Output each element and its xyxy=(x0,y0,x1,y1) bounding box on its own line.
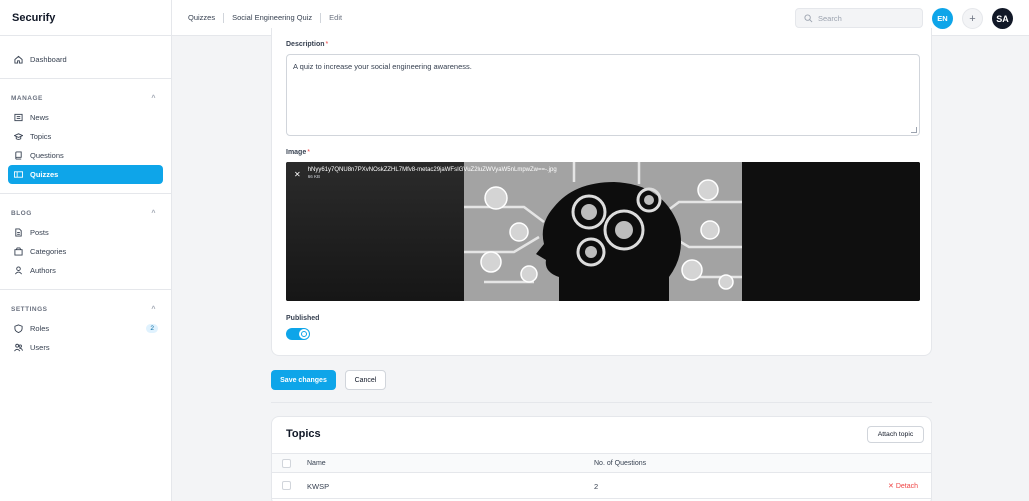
divider xyxy=(0,193,171,194)
divider xyxy=(0,289,171,290)
breadcrumb-current: Edit xyxy=(329,13,343,22)
remove-file-icon[interactable]: ✕ xyxy=(294,170,301,179)
required-mark: * xyxy=(307,149,310,156)
breadcrumb-separator xyxy=(223,12,225,23)
breadcrumb-quiz[interactable]: Social Engineering Quiz xyxy=(232,13,312,22)
file-name: hNyy61y7QNU8n7PXvNOskZZHL7Mfv8-metac29ja… xyxy=(307,167,557,173)
sidebar-item-label: Categories xyxy=(30,247,67,256)
quiz-form-card: Description* A quiz to increase your soc… xyxy=(271,28,932,356)
graduation-cap-icon xyxy=(13,132,23,142)
row-checkbox[interactable] xyxy=(282,481,291,490)
table-row[interactable]: KWSP 2 ✕ Detach xyxy=(272,473,931,499)
select-all-checkbox[interactable] xyxy=(282,459,291,468)
file-info: ✕ hNyy61y7QNU8n7PXvNOskZZHL7Mfv8-metac29… xyxy=(294,167,557,179)
detach-label: Detach xyxy=(895,483,918,490)
detach-button[interactable]: ✕ Detach xyxy=(888,482,918,490)
sidebar-item-dashboard[interactable]: Dashboard xyxy=(8,50,163,69)
sidebar-item-label: Quizzes xyxy=(30,170,59,179)
chevron-up-icon: ^ xyxy=(151,305,156,313)
chevron-up-icon: ^ xyxy=(151,209,156,217)
table-header: Name No. of Questions xyxy=(272,453,931,473)
save-changes-button[interactable]: Save changes xyxy=(271,370,336,390)
published-label: Published xyxy=(286,315,320,322)
image-backdrop-right xyxy=(742,162,920,301)
user-group-icon xyxy=(13,343,23,353)
label-text: Description xyxy=(286,41,325,48)
avatar[interactable]: SA xyxy=(992,8,1013,29)
description-value: A quiz to increase your social engineeri… xyxy=(293,62,472,71)
image-upload-preview[interactable]: ✕ hNyy61y7QNU8n7PXvNOskZZHL7Mfv8-metac29… xyxy=(286,162,920,301)
book-icon xyxy=(13,151,23,161)
file-size: 66 KB xyxy=(307,174,320,179)
language-switcher[interactable]: EN xyxy=(932,8,953,29)
group-title-manage[interactable]: MANAGE ^ xyxy=(0,88,171,108)
divider xyxy=(271,402,932,403)
x-icon: ✕ xyxy=(888,483,896,490)
label-text: Image xyxy=(286,149,307,156)
sidebar-item-label: News xyxy=(30,113,49,122)
divider xyxy=(0,78,171,79)
sidebar-item-posts[interactable]: Posts xyxy=(8,223,163,242)
social-engineering-image xyxy=(464,162,742,301)
sidebar-item-categories[interactable]: Categories xyxy=(8,242,163,261)
sidebar-item-topics[interactable]: Topics xyxy=(8,127,163,146)
users-icon xyxy=(13,266,23,276)
description-field[interactable]: A quiz to increase your social engineeri… xyxy=(286,54,920,136)
plus-icon[interactable]: + xyxy=(962,8,983,29)
required-mark: * xyxy=(325,41,329,48)
image-label: Image* xyxy=(286,149,310,156)
search-input[interactable]: Search xyxy=(795,8,923,28)
home-icon xyxy=(13,55,23,65)
sidebar-item-label: Users xyxy=(30,343,50,352)
column-header-questions[interactable]: No. of Questions xyxy=(594,460,646,467)
sidebar: Securify Dashboard MANAGE ^ News Topics … xyxy=(0,0,172,501)
sidebar-item-authors[interactable]: Authors xyxy=(8,261,163,280)
sidebar-item-label: Roles xyxy=(30,324,50,333)
sidebar-item-users[interactable]: Users xyxy=(8,338,163,357)
group-label: SETTINGS xyxy=(11,305,48,313)
breadcrumb-separator xyxy=(320,12,322,23)
sidebar-item-quizzes[interactable]: Quizzes xyxy=(8,165,163,184)
published-toggle[interactable] xyxy=(286,328,310,340)
topics-relation-card: Topics Attach topic Name No. of Question… xyxy=(271,416,932,501)
group-title-settings[interactable]: SETTINGS ^ xyxy=(0,299,171,319)
chevron-up-icon: ^ xyxy=(151,94,156,102)
group-title-blog[interactable]: BLOG ^ xyxy=(0,203,171,223)
sidebar-item-label: Questions xyxy=(30,151,64,160)
sidebar-item-label: Topics xyxy=(30,132,52,141)
sidebar-item-questions[interactable]: Questions xyxy=(8,146,163,165)
toggle-knob xyxy=(299,329,309,339)
search-icon xyxy=(804,13,818,23)
topics-title: Topics xyxy=(286,428,321,440)
image-backdrop-left xyxy=(286,162,464,301)
group-label: BLOG xyxy=(11,209,32,217)
description-label: Description* xyxy=(286,41,328,48)
sidebar-item-label: Authors xyxy=(30,266,56,275)
sidebar-item-news[interactable]: News xyxy=(8,108,163,127)
group-label: MANAGE xyxy=(11,94,43,102)
brand-logo[interactable]: Securify xyxy=(0,0,171,36)
roles-count-badge: 2 xyxy=(146,324,158,333)
attach-topic-button[interactable]: Attach topic xyxy=(867,426,924,443)
breadcrumb: Quizzes Social Engineering Quiz Edit xyxy=(172,12,343,23)
sidebar-item-label: Posts xyxy=(30,228,49,237)
breadcrumb-quizzes[interactable]: Quizzes xyxy=(188,13,215,22)
document-icon xyxy=(13,228,23,238)
folder-icon xyxy=(13,247,23,257)
cancel-button[interactable]: Cancel xyxy=(345,370,386,390)
sidebar-item-roles[interactable]: Roles 2 xyxy=(8,319,163,338)
cell-question-count: 2 xyxy=(594,482,599,491)
cell-name: KWSP xyxy=(307,482,330,491)
shield-icon xyxy=(13,324,23,334)
sidebar-item-label: Dashboard xyxy=(30,55,67,64)
newspaper-icon xyxy=(13,113,23,123)
resize-handle[interactable] xyxy=(911,127,917,133)
column-header-name[interactable]: Name xyxy=(307,460,326,467)
rectangle-icon xyxy=(13,170,23,180)
search-placeholder: Search xyxy=(818,13,842,23)
